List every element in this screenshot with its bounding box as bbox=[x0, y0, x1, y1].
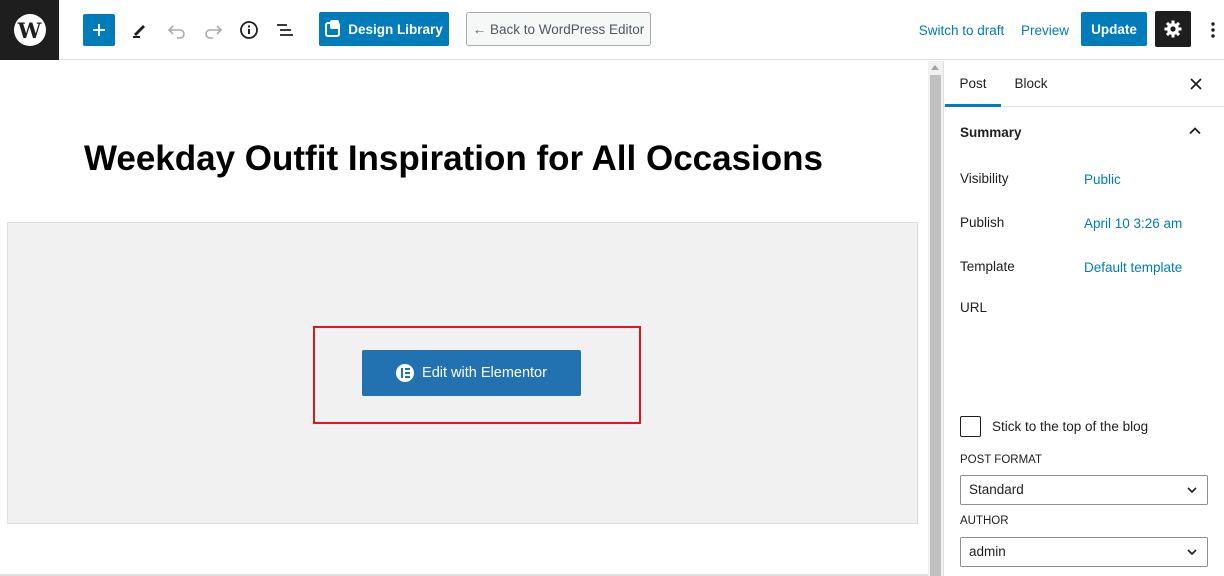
scrollbar-thumb[interactable] bbox=[930, 75, 941, 576]
switch-to-draft-button[interactable]: Switch to draft bbox=[918, 14, 1005, 46]
elementor-icon bbox=[396, 364, 415, 382]
author-select[interactable]: admin bbox=[960, 537, 1208, 567]
edit-with-elementor-button[interactable]: Edit with Elementor bbox=[362, 350, 581, 396]
gear-icon bbox=[1164, 20, 1182, 38]
design-library-label: Design Library bbox=[348, 21, 443, 37]
post-format-select[interactable]: Standard bbox=[960, 475, 1208, 505]
settings-button[interactable] bbox=[1155, 11, 1191, 47]
plus-icon bbox=[93, 24, 105, 36]
chevron-down-icon bbox=[1187, 487, 1197, 494]
chevron-down-icon bbox=[1187, 549, 1197, 556]
wordpress-logo-button[interactable]: W bbox=[0, 0, 59, 60]
settings-sidebar: Post Block Summary Visibility Public Pub… bbox=[943, 61, 1224, 576]
close-sidebar-button[interactable] bbox=[1185, 73, 1207, 95]
scroll-up-arrow-icon[interactable] bbox=[931, 65, 939, 70]
summary-panel-toggle[interactable]: Summary bbox=[944, 108, 1224, 156]
publish-label: Publish bbox=[960, 215, 1005, 230]
pencil-icon bbox=[133, 25, 145, 38]
more-vertical-icon bbox=[1211, 22, 1215, 38]
update-button[interactable]: Update bbox=[1081, 12, 1147, 46]
tools-button[interactable] bbox=[124, 14, 156, 46]
visibility-value[interactable]: Public bbox=[1084, 172, 1121, 187]
template-label: Template bbox=[960, 259, 1015, 274]
design-library-icon bbox=[325, 19, 341, 37]
author-value: admin bbox=[969, 544, 1006, 559]
stick-to-top-label: Stick to the top of the blog bbox=[992, 419, 1149, 434]
redo-icon bbox=[205, 25, 223, 39]
redo-button[interactable] bbox=[197, 14, 229, 46]
info-icon bbox=[240, 21, 258, 39]
template-value[interactable]: Default template bbox=[1084, 260, 1182, 275]
sidebar-tabs: Post Block bbox=[944, 61, 1224, 107]
publish-date-value[interactable]: April 10 3:26 am bbox=[1084, 216, 1182, 231]
undo-icon bbox=[167, 25, 185, 39]
back-label: ← Back to WordPress Editor bbox=[472, 21, 645, 37]
design-library-button[interactable]: Design Library bbox=[319, 12, 449, 46]
canvas-scrollbar[interactable] bbox=[928, 61, 943, 576]
editor-canvas: Weekday Outfit Inspiration for All Occas… bbox=[0, 61, 928, 576]
options-button[interactable] bbox=[1202, 14, 1224, 46]
stick-to-top-checkbox[interactable] bbox=[960, 416, 981, 437]
undo-button[interactable] bbox=[161, 14, 193, 46]
post-title[interactable]: Weekday Outfit Inspiration for All Occas… bbox=[0, 139, 907, 179]
list-view-button[interactable] bbox=[269, 14, 301, 46]
tab-block[interactable]: Block bbox=[1011, 61, 1051, 107]
post-format-label: POST FORMAT bbox=[960, 454, 1042, 466]
edit-with-elementor-label: Edit with Elementor bbox=[422, 365, 547, 381]
details-button[interactable] bbox=[233, 14, 265, 46]
summary-title: Summary bbox=[960, 125, 1022, 140]
close-icon bbox=[1190, 78, 1202, 90]
chevron-up-icon bbox=[1189, 127, 1201, 135]
editor-toolbar: W Design Library ← Back to WordPress Edi… bbox=[0, 0, 1224, 60]
url-label: URL bbox=[960, 300, 988, 315]
list-view-icon bbox=[277, 24, 293, 36]
back-to-wordpress-editor-button[interactable]: ← Back to WordPress Editor bbox=[466, 12, 651, 46]
post-format-value: Standard bbox=[969, 482, 1024, 497]
visibility-label: Visibility bbox=[960, 171, 1009, 186]
preview-button[interactable]: Preview bbox=[1021, 14, 1069, 46]
author-label: AUTHOR bbox=[960, 515, 1009, 527]
tab-post[interactable]: Post bbox=[945, 61, 1001, 107]
wordpress-logo-icon: W bbox=[13, 14, 46, 46]
elementor-placeholder-panel: Edit with Elementor bbox=[7, 222, 918, 524]
add-block-button[interactable] bbox=[83, 14, 115, 46]
